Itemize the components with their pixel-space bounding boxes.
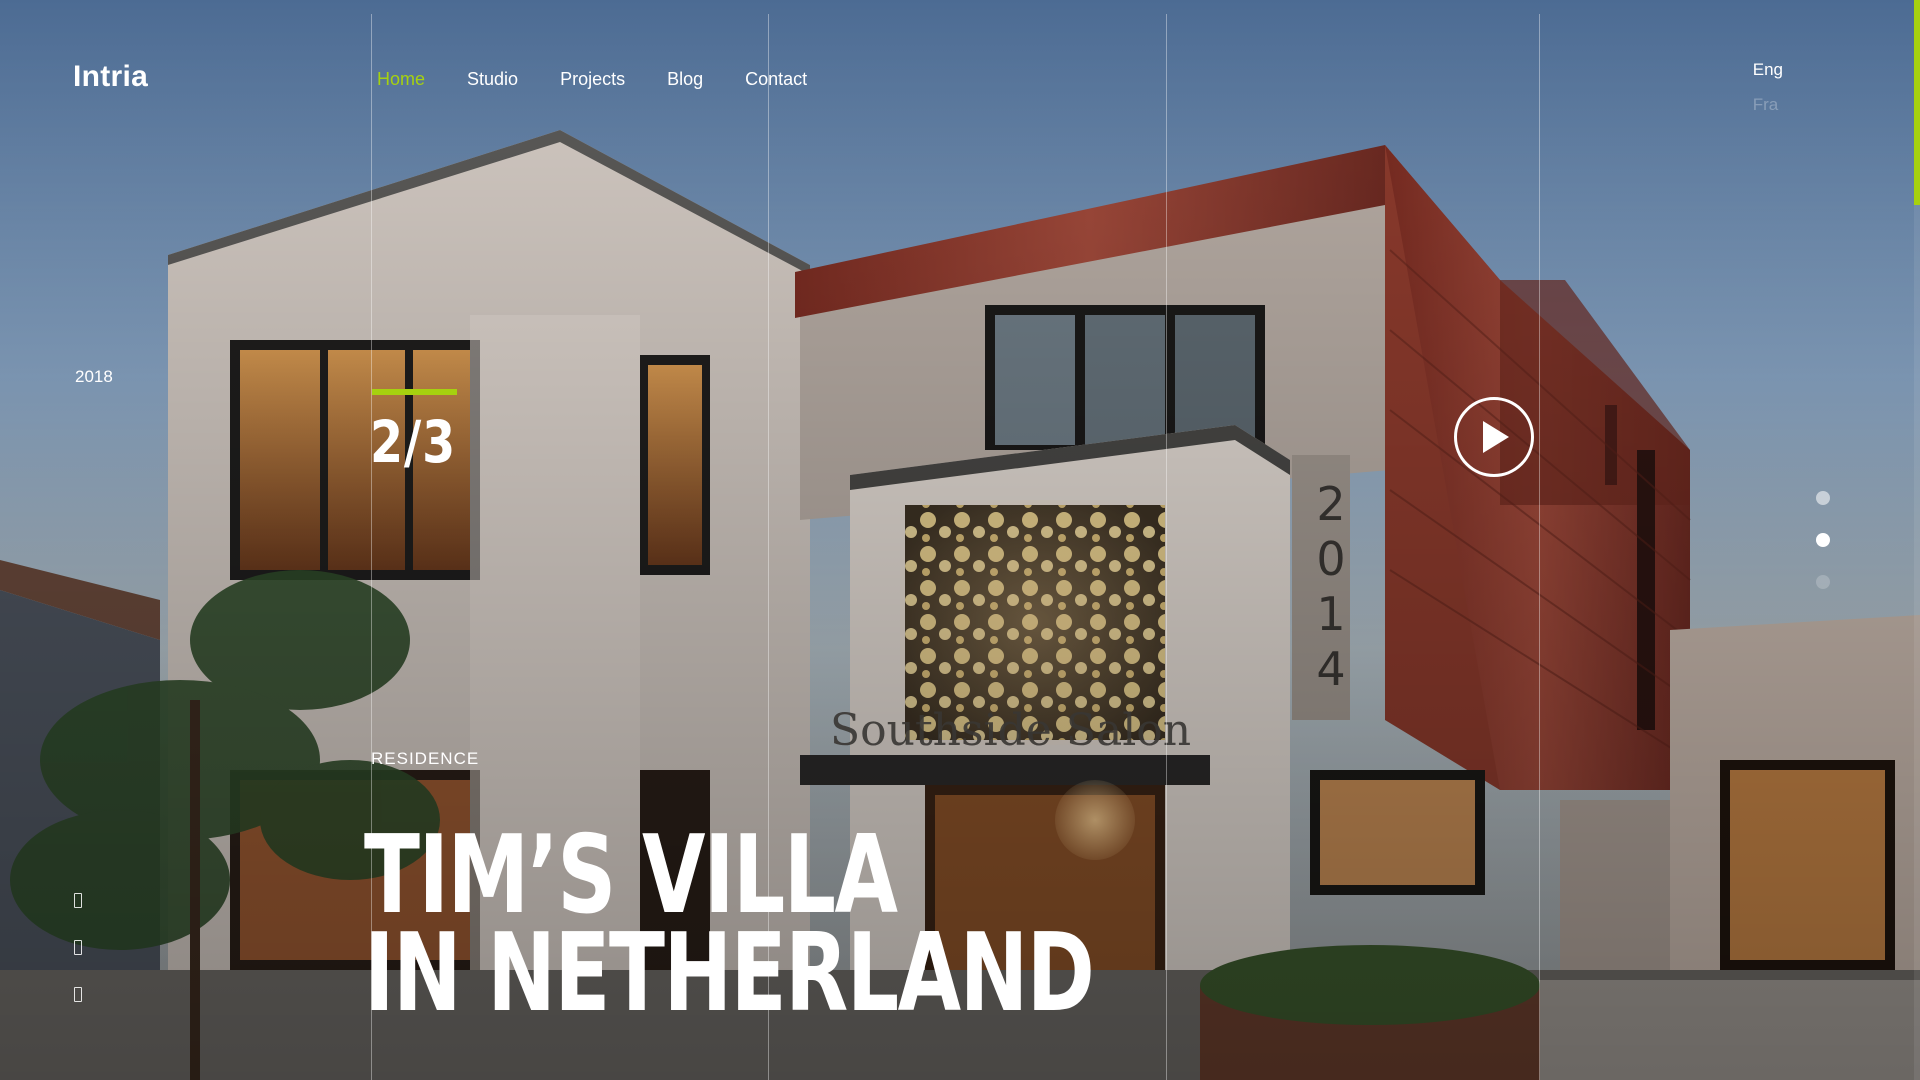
- play-video-button[interactable]: [1454, 397, 1534, 477]
- logo[interactable]: Intria: [73, 60, 148, 94]
- nav-item-studio[interactable]: Studio: [467, 68, 518, 90]
- grid-line: [1166, 14, 1167, 1080]
- play-icon: [1483, 421, 1509, 453]
- slider-dot-3[interactable]: [1816, 575, 1830, 589]
- scroll-progress-bar[interactable]: [1914, 0, 1920, 205]
- twitter-icon[interactable]: [74, 940, 84, 955]
- slider-dot-1[interactable]: [1816, 491, 1830, 505]
- slide-category: RESIDENCE: [371, 749, 480, 768]
- nav-item-contact[interactable]: Contact: [745, 68, 807, 90]
- slide-year: 2018: [75, 367, 113, 386]
- facebook-icon[interactable]: [74, 893, 84, 908]
- instagram-icon[interactable]: [74, 987, 84, 1002]
- main-nav: Home Studio Projects Blog Contact: [377, 68, 849, 90]
- nav-item-projects[interactable]: Projects: [560, 68, 625, 90]
- language-option-eng[interactable]: Eng: [1753, 52, 1783, 87]
- slide-title: TIM’S VILLA IN NETHERLAND: [364, 822, 1095, 1036]
- language-switcher: Eng Fra: [1753, 52, 1783, 122]
- slide-accent-bar: [372, 389, 457, 395]
- nav-item-blog[interactable]: Blog: [667, 68, 703, 90]
- nav-item-home[interactable]: Home: [377, 68, 425, 90]
- language-option-fra[interactable]: Fra: [1753, 87, 1783, 122]
- slider-dot-2[interactable]: [1816, 533, 1830, 547]
- slide-counter: 2/3: [370, 408, 457, 476]
- grid-line: [1539, 14, 1540, 1080]
- slide-title-line-2: IN NETHERLAND: [364, 911, 1095, 1036]
